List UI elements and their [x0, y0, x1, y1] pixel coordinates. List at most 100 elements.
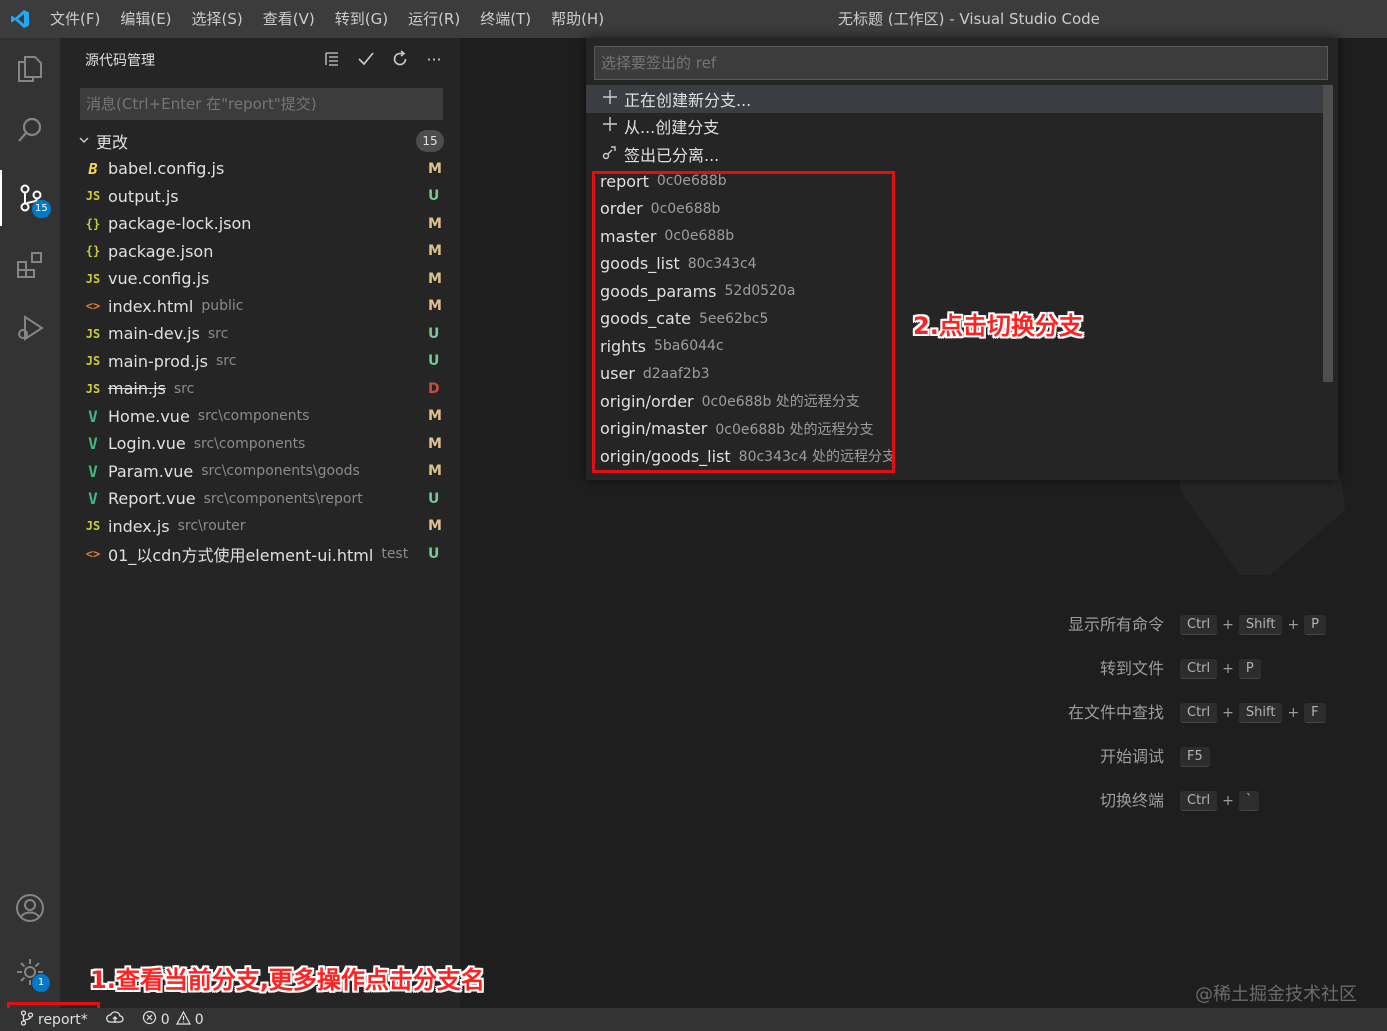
changed-file-row[interactable]: V Home.vue src\components M	[60, 403, 460, 431]
file-status: M	[428, 298, 442, 315]
branch-list-highlight	[592, 171, 895, 473]
more-actions-icon[interactable]: ···	[424, 48, 444, 70]
run-debug-icon[interactable]	[0, 300, 60, 356]
sync-status-item[interactable]	[105, 1010, 124, 1029]
menu-item[interactable]: 运行(R)	[398, 0, 470, 38]
account-icon[interactable]	[0, 880, 60, 936]
shortcut-keys: Ctrl + Shift + P	[1180, 612, 1327, 638]
menu-item[interactable]: 选择(S)	[182, 0, 253, 38]
keycap: P	[1238, 659, 1261, 679]
shortcut-row: 显示所有命令 Ctrl + Shift + P	[1000, 612, 1380, 638]
shortcut-keys: Ctrl + P	[1180, 656, 1261, 682]
changed-file-row[interactable]: JS main-prod.js src U	[60, 348, 460, 376]
file-name: babel.config.js	[108, 159, 225, 179]
view-as-tree-icon[interactable]	[322, 48, 342, 70]
file-path: public	[201, 298, 244, 315]
quick-pick-scrollbar[interactable]	[1323, 85, 1333, 382]
changed-file-row[interactable]: JS index.js src\router M	[60, 513, 460, 541]
changed-file-row[interactable]: <> index.html public M	[60, 293, 460, 321]
settings-gear-icon[interactable]: 1	[0, 944, 60, 1000]
menu-bar: 文件(F) 编辑(E) 选择(S) 查看(V) 转到(G) 运行(R) 终端(T) 帮助(H)	[40, 0, 614, 38]
menu-item[interactable]: 文件(F)	[40, 0, 110, 38]
keycap: Ctrl	[1180, 615, 1218, 635]
file-name: main-dev.js	[108, 324, 200, 344]
warning-icon	[175, 1010, 191, 1029]
keycap: Shift	[1238, 703, 1283, 723]
changed-file-row[interactable]: V Login.vue src\components M	[60, 430, 460, 458]
menu-item[interactable]: 查看(V)	[253, 0, 325, 38]
menu-item[interactable]: 转到(G)	[325, 0, 398, 38]
changed-file-row[interactable]: Bbabel.config.js M	[60, 155, 460, 183]
error-icon	[142, 1010, 157, 1029]
plus-sign: +	[1222, 617, 1234, 633]
keycap: Ctrl	[1180, 659, 1218, 679]
file-name: output.js	[108, 186, 179, 206]
changes-label: 更改	[96, 133, 129, 152]
plus-icon	[600, 116, 620, 136]
commit-message-input[interactable]	[80, 88, 443, 120]
ref-search-input[interactable]	[594, 46, 1328, 80]
file-path: src\components	[197, 408, 310, 425]
menu-item[interactable]: 终端(T)	[470, 0, 541, 38]
problems-status-item[interactable]: 0 0	[142, 1010, 204, 1029]
shortcut-row: 切换终端 Ctrl + `	[1000, 788, 1380, 814]
git-branch-icon	[20, 1009, 34, 1030]
shortcut-label: 开始调试	[1099, 747, 1164, 766]
source-control-sidebar: 源代码管理 ··· 更改 15 Bbabel.config.js M JS outpu…	[60, 38, 460, 1008]
quick-pick-action[interactable]: 从...创建分支	[586, 113, 1326, 141]
refresh-icon[interactable]	[390, 48, 410, 70]
action-label: 签出已分离...	[624, 145, 720, 165]
search-icon[interactable]	[0, 102, 60, 158]
changed-file-row[interactable]: JS vue.config.js M	[60, 265, 460, 293]
shortcut-row: 在文件中查找 Ctrl + Shift + F	[1000, 700, 1380, 726]
shortcut-keys: Ctrl + Shift + F	[1180, 700, 1326, 726]
branch-status-item[interactable]: report*	[20, 1009, 88, 1030]
file-status: M	[428, 408, 442, 425]
menu-item[interactable]: 编辑(E)	[110, 0, 181, 38]
plus-sign: +	[1222, 793, 1234, 809]
babel-file-icon: B	[88, 159, 98, 178]
source-control-icon[interactable]: 15	[0, 170, 60, 226]
file-path: src	[207, 325, 229, 342]
quick-pick-action[interactable]: 正在创建新分支...	[586, 85, 1326, 113]
changed-file-row[interactable]: <> 01_以cdn方式使用element-ui.html test U	[60, 540, 460, 568]
shortcut-label: 切换终端	[1099, 791, 1164, 810]
changed-file-row[interactable]: V Param.vue src\components\goods M	[60, 458, 460, 486]
file-path: src\router	[177, 518, 246, 535]
keycap: P	[1304, 615, 1327, 635]
js-file-icon: JS	[85, 189, 101, 204]
file-status: M	[428, 160, 442, 177]
js-file-icon: JS	[85, 271, 101, 286]
chevron-down-icon	[78, 134, 92, 149]
changed-file-row[interactable]: JS main.js src D	[60, 375, 460, 403]
file-status: U	[428, 545, 440, 562]
file-status: M	[428, 463, 442, 480]
sidebar-header: 源代码管理 ···	[60, 38, 460, 82]
changed-file-row[interactable]: V Report.vue src\components\report U	[60, 485, 460, 513]
plus-sign: +	[1287, 617, 1300, 633]
sidebar-actions: ···	[322, 48, 444, 70]
json-file-icon: {}	[85, 244, 101, 259]
file-status: M	[428, 518, 442, 535]
scm-badge: 15	[32, 200, 51, 218]
quick-pick-action[interactable]: 签出已分离...	[586, 140, 1326, 168]
changed-file-row[interactable]: {} package.json M	[60, 238, 460, 266]
settings-badge: 1	[32, 974, 50, 992]
warning-count: 0	[194, 1011, 204, 1028]
explorer-icon[interactable]	[0, 40, 60, 96]
extensions-icon[interactable]	[0, 236, 60, 292]
file-status: U	[428, 490, 440, 507]
commit-check-icon[interactable]	[356, 48, 376, 70]
menu-item[interactable]: 帮助(H)	[541, 0, 614, 38]
file-path: src	[173, 380, 195, 397]
changes-section-header[interactable]: 更改 15	[60, 128, 460, 154]
changed-file-row[interactable]: JS output.js U	[60, 183, 460, 211]
changes-count-badge: 15	[416, 130, 444, 152]
plus-sign: +	[1222, 661, 1234, 677]
changed-files-list: Bbabel.config.js M JS output.js U {} package-l…	[60, 155, 460, 568]
changed-file-row[interactable]: {} package-lock.json M	[60, 210, 460, 238]
changed-file-row[interactable]: JS main-dev.js src U	[60, 320, 460, 348]
file-path: src	[215, 353, 237, 370]
plus-sign: +	[1222, 705, 1234, 721]
shortcut-row: 转到文件 Ctrl + P	[1000, 656, 1380, 682]
